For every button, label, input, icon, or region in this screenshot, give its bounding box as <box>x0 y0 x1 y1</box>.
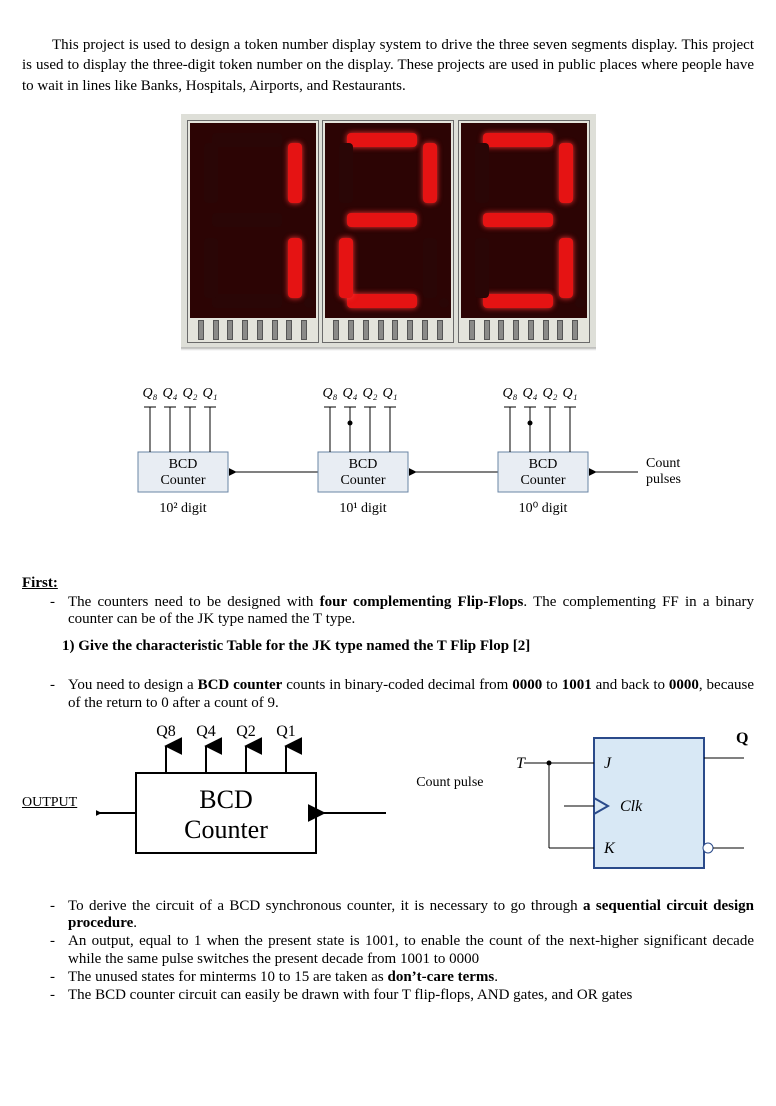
list-item: - The BCD counter circuit can easily be … <box>50 987 754 1004</box>
svg-text:Q₁: Q₁ <box>563 386 578 401</box>
svg-text:BCD: BCD <box>349 457 378 472</box>
svg-text:Clk: Clk <box>620 798 643 815</box>
svg-text:K: K <box>603 840 616 857</box>
list-item: - The unused states for minterms 10 to 1… <box>50 969 754 986</box>
question-1: 1) Give the characteristic Table for the… <box>62 638 754 655</box>
svg-text:Q₁: Q₁ <box>203 386 218 401</box>
svg-text:Q₄: Q₄ <box>163 386 178 401</box>
svg-text:Q4: Q4 <box>196 723 216 740</box>
list-item: - The counters need to be designed with … <box>50 594 754 629</box>
svg-text:Counter: Counter <box>184 815 268 844</box>
svg-text:Q8: Q8 <box>156 723 176 740</box>
seven-segment-display <box>181 114 596 349</box>
output-label: OUTPUT <box>22 795 77 811</box>
svg-text:Counter: Counter <box>520 473 565 488</box>
svg-text:Q: Q <box>736 730 748 747</box>
svg-text:Counter: Counter <box>160 473 205 488</box>
svg-text:BCD: BCD <box>529 457 558 472</box>
digit-1 <box>187 120 319 343</box>
final-notes: - To derive the circuit of a BCD synchro… <box>50 898 754 1005</box>
svg-text:10² digit: 10² digit <box>159 501 206 516</box>
digit-2 <box>322 120 454 343</box>
svg-text:10⁰ digit: 10⁰ digit <box>519 501 568 516</box>
digit-3 <box>458 120 590 343</box>
bcd-and-jk-diagram: OUTPUT Q8 Q4 Q2 Q1 BCD Counter Count pul… <box>22 718 754 888</box>
svg-text:Q1: Q1 <box>276 723 296 740</box>
count-pulse-label: Count pulse <box>416 775 483 791</box>
list-item: - You need to design a BCD counter count… <box>50 677 754 712</box>
list-item: - An output, equal to 1 when the present… <box>50 933 754 968</box>
bcd-box-label: BCD <box>169 457 198 472</box>
intro-paragraph: This project is used to design a token n… <box>22 35 754 96</box>
svg-text:Q2: Q2 <box>236 723 256 740</box>
list-item: - To derive the circuit of a BCD synchro… <box>50 898 754 933</box>
svg-text:Count: Count <box>646 456 680 471</box>
first-section: First: - The counters need to be designe… <box>22 575 754 656</box>
svg-text:pulses: pulses <box>646 472 681 487</box>
svg-text:Q₂: Q₂ <box>183 386 198 401</box>
svg-text:Q₂: Q₂ <box>363 386 378 401</box>
svg-text:Q₈: Q₈ <box>323 386 338 401</box>
jk-flipflop-diagram: T J K Clk Q <box>504 718 754 888</box>
svg-text:10¹ digit: 10¹ digit <box>339 501 386 516</box>
cascade-bcd-diagram: BCD Counter 10² digit Q₈ Q₄ Q₂ Q₁ BCD Co… <box>68 367 708 547</box>
first-heading: First: <box>22 575 58 591</box>
svg-text:Q₂: Q₂ <box>543 386 558 401</box>
svg-text:Q₈: Q₈ <box>503 386 518 401</box>
svg-text:Counter: Counter <box>340 473 385 488</box>
svg-text:Q₄: Q₄ <box>523 386 538 401</box>
svg-text:BCD: BCD <box>199 785 252 814</box>
svg-text:J: J <box>604 755 612 772</box>
svg-text:Q₈: Q₈ <box>143 386 158 401</box>
svg-text:Q₁: Q₁ <box>383 386 398 401</box>
svg-text:Q₄: Q₄ <box>343 386 358 401</box>
svg-text:T: T <box>516 755 526 772</box>
